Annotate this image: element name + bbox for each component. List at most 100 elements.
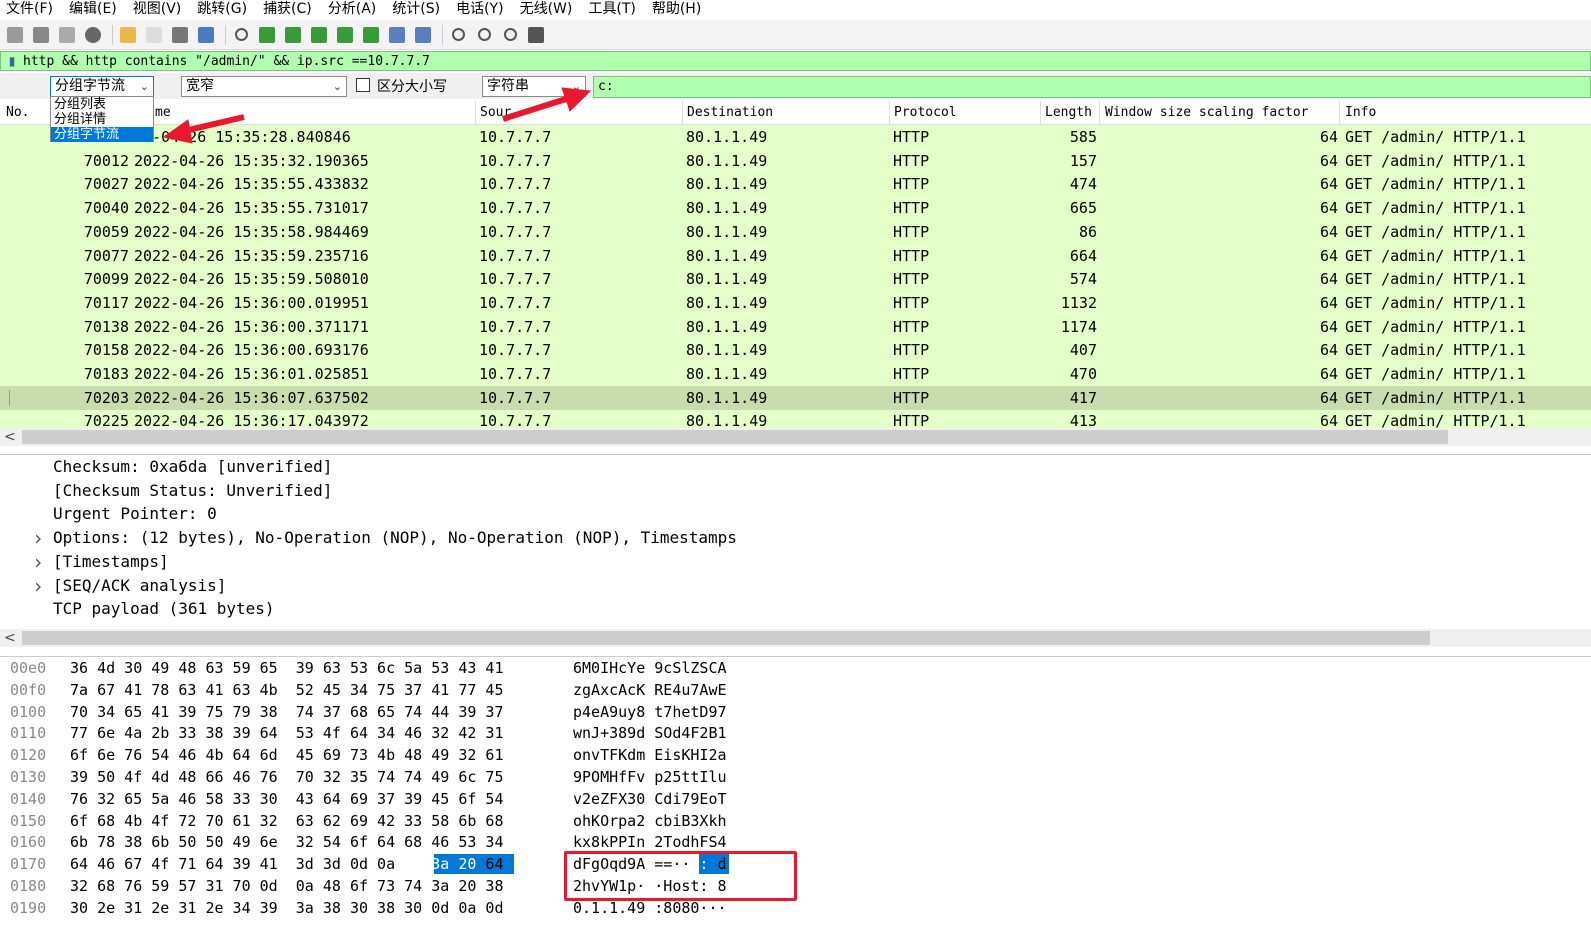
menu-item[interactable]: 视图(V) bbox=[133, 1, 182, 17]
hex-bytes[interactable]: 6f 6e 76 54 46 4b 64 6d 45 69 73 4b 48 4… bbox=[70, 744, 503, 766]
table-row[interactable]: 70158 2022-04-26 15:36:00.693176 10.7.7.7 8… bbox=[0, 338, 1591, 362]
menu-item[interactable]: 工具(T) bbox=[588, 1, 635, 17]
scroll-thumb[interactable] bbox=[22, 430, 1448, 444]
autoscroll-icon[interactable] bbox=[386, 24, 408, 46]
hex-bytes[interactable]: 76 32 65 5a 46 58 33 30 43 64 69 37 39 4… bbox=[70, 788, 503, 810]
last-packet-icon[interactable] bbox=[360, 24, 382, 46]
ascii-text[interactable]: onvTFKdm EisKHI2a bbox=[573, 744, 727, 766]
hex-bytes[interactable]: 64 46 67 4f 71 64 39 41 3d 3d 0d 0a 63 3… bbox=[70, 853, 514, 875]
column-protocol[interactable]: Protocol bbox=[894, 105, 957, 120]
hex-bytes[interactable]: 6f 68 4b 4f 72 70 61 32 63 62 69 42 33 5… bbox=[70, 810, 503, 832]
normal-size-icon[interactable] bbox=[499, 24, 521, 46]
first-packet-icon[interactable] bbox=[334, 24, 356, 46]
scroll-left-icon[interactable]: < bbox=[4, 428, 16, 446]
column-no[interactable]: No. bbox=[6, 105, 29, 120]
column-source[interactable]: Sour bbox=[480, 105, 511, 120]
hex-bytes-text: 6b 78 38 6b 50 50 49 6e 32 54 6f 64 68 4… bbox=[70, 833, 504, 852]
ascii-text[interactable]: p4eA9uy8 t7hetD97 bbox=[573, 701, 727, 723]
ascii-text[interactable]: 6M0IHcYe 9cSlZSCA bbox=[573, 657, 727, 679]
chevron-right-icon[interactable]: › bbox=[32, 526, 44, 550]
menu-item[interactable]: 分析(A) bbox=[328, 1, 377, 17]
scroll-left-icon[interactable]: < bbox=[4, 629, 16, 647]
menu-item[interactable]: 跳转(G) bbox=[197, 1, 247, 17]
hex-bytes[interactable]: 6b 78 38 6b 50 50 49 6e 32 54 6f 64 68 4… bbox=[70, 831, 503, 853]
table-row[interactable]: 70225 2022-04-26 15:36:17.043972 10.7.7.7 8… bbox=[0, 409, 1591, 428]
menu-item[interactable]: 统计(S) bbox=[392, 1, 440, 17]
table-row[interactable]: 22-04-26 15:35:28.840846 10.7.7.7 80.1.1.4… bbox=[0, 125, 1591, 149]
column-destination[interactable]: Destination bbox=[687, 105, 773, 120]
close-file-icon[interactable] bbox=[169, 24, 191, 46]
find-search-input[interactable]: c: bbox=[593, 76, 1591, 98]
menu-item[interactable]: 帮助(H) bbox=[652, 1, 701, 17]
hex-bytes[interactable]: 32 68 76 59 57 31 70 0d 0a 48 6f 73 74 3… bbox=[70, 875, 503, 897]
zoom-in-icon[interactable] bbox=[447, 24, 469, 46]
table-row[interactable]: 70183 2022-04-26 15:36:01.025851 10.7.7.7 8… bbox=[0, 362, 1591, 386]
open-folder-icon[interactable] bbox=[117, 24, 139, 46]
chevron-right-icon[interactable]: › bbox=[32, 574, 44, 598]
forward-arrow-icon[interactable] bbox=[282, 24, 304, 46]
hex-bytes[interactable]: 7a 67 41 78 63 41 63 4b 52 45 34 75 37 4… bbox=[70, 679, 503, 701]
display-filter-bar[interactable]: ▮ http && http contains "/admin/" && ip.… bbox=[0, 51, 1591, 71]
column-info[interactable]: Info bbox=[1345, 105, 1376, 120]
stop-icon[interactable] bbox=[30, 24, 52, 46]
ascii-text[interactable]: zgAxcAcK RE4u7AwE bbox=[573, 679, 727, 701]
cell-length: 157 bbox=[1069, 151, 1097, 170]
column-length[interactable]: Length bbox=[1045, 105, 1092, 120]
search-type-select[interactable]: 字符串 ⌄ bbox=[482, 76, 586, 97]
hex-bytes-text: 77 6e 4a 2b 33 38 39 64 53 4f 64 34 46 3… bbox=[70, 724, 504, 743]
column-time[interactable]: me bbox=[155, 105, 171, 120]
colorize-icon[interactable] bbox=[412, 24, 434, 46]
details-hscrollbar[interactable]: < bbox=[0, 629, 1591, 647]
annotation-red-box bbox=[564, 851, 797, 901]
menu-item[interactable]: 无线(W) bbox=[520, 1, 573, 17]
menu-item[interactable]: 电话(Y) bbox=[456, 1, 503, 17]
dropdown-option[interactable]: 分组列表 bbox=[51, 97, 153, 112]
hex-bytes[interactable]: 36 4d 30 49 48 63 59 65 39 63 53 6c 5a 5… bbox=[70, 657, 503, 679]
zoom-out-icon[interactable] bbox=[473, 24, 495, 46]
hex-bytes[interactable]: 39 50 4f 4d 48 66 46 76 70 32 35 74 74 4… bbox=[70, 766, 503, 788]
cell-time: 2022-04-26 15:35:58.984469 bbox=[134, 222, 369, 241]
menu-item[interactable]: 编辑(E) bbox=[69, 1, 117, 17]
table-row[interactable]: 70077 2022-04-26 15:35:59.235716 10.7.7.7 8… bbox=[0, 244, 1591, 268]
shark-fin-start-icon[interactable] bbox=[4, 24, 26, 46]
ascii-text[interactable]: 9POMHfFv p25ttIlu bbox=[573, 766, 727, 788]
ascii-text[interactable]: wnJ+389d SOd4F2B1 bbox=[573, 722, 727, 744]
hex-bytes[interactable]: 70 34 65 41 39 75 79 38 74 37 68 65 74 4… bbox=[70, 701, 503, 723]
table-row[interactable]: 70040 2022-04-26 15:35:55.731017 10.7.7.7 8… bbox=[0, 196, 1591, 220]
chevron-right-icon[interactable]: › bbox=[32, 550, 44, 574]
cell-no: 70099 bbox=[83, 270, 129, 289]
menu-item[interactable]: 文件(F) bbox=[6, 1, 53, 17]
ascii-text[interactable]: v2eZFX30 Cdi79EoT bbox=[573, 788, 727, 810]
char-width-select[interactable]: 宽窄 ⌄ bbox=[181, 76, 347, 97]
reload-icon[interactable] bbox=[195, 24, 217, 46]
hex-bytes[interactable]: 77 6e 4a 2b 33 38 39 64 53 4f 64 34 46 3… bbox=[70, 722, 503, 744]
bookmark-icon[interactable]: ▮ bbox=[5, 54, 19, 68]
packet-list-hscrollbar[interactable]: < bbox=[0, 428, 1591, 446]
hex-bytes[interactable]: 30 2e 31 2e 31 2e 34 39 3a 38 30 38 30 0… bbox=[70, 897, 503, 919]
hex-offset: 0110 bbox=[10, 724, 47, 743]
table-row[interactable]: 70059 2022-04-26 15:35:58.984469 10.7.7.7 8… bbox=[0, 220, 1591, 244]
column-window-size-scaling[interactable]: Window size scaling factor bbox=[1105, 105, 1309, 120]
restart-icon[interactable] bbox=[56, 24, 78, 46]
find-icon[interactable] bbox=[230, 24, 252, 46]
back-arrow-icon[interactable] bbox=[256, 24, 278, 46]
table-row[interactable]: 70027 2022-04-26 15:35:55.433832 10.7.7.7 8… bbox=[0, 172, 1591, 196]
scroll-thumb[interactable] bbox=[22, 631, 1430, 645]
table-row[interactable]: 70099 2022-04-26 15:35:59.508010 10.7.7.7 8… bbox=[0, 267, 1591, 291]
goto-packet-icon[interactable] bbox=[308, 24, 330, 46]
case-sensitive-checkbox[interactable] bbox=[356, 78, 370, 92]
dropdown-option[interactable]: 分组详情 bbox=[51, 112, 153, 127]
options-gear-icon[interactable] bbox=[82, 24, 104, 46]
resize-columns-icon[interactable] bbox=[525, 24, 547, 46]
dropdown-option[interactable]: 分组字节流 bbox=[51, 127, 153, 142]
table-row[interactable]: 70203 2022-04-26 15:36:07.637502 10.7.7.7 8… bbox=[0, 385, 1591, 410]
search-in-select[interactable]: 分组字节流 ⌄ bbox=[50, 76, 154, 97]
table-row[interactable]: 70138 2022-04-26 15:36:00.371171 10.7.7.7 8… bbox=[0, 315, 1591, 339]
menu-item[interactable]: 捕获(C) bbox=[263, 1, 312, 17]
file-icon[interactable] bbox=[143, 24, 165, 46]
cell-window-size-scaling: 64 bbox=[1319, 317, 1338, 336]
ascii-text[interactable]: ohKOrpa2 cbiB3Xkh bbox=[573, 810, 727, 832]
table-row[interactable]: 70117 2022-04-26 15:36:00.019951 10.7.7.7 8… bbox=[0, 291, 1591, 315]
table-row[interactable]: 70012 2022-04-26 15:35:32.190365 10.7.7.7 8… bbox=[0, 149, 1591, 173]
display-filter-input[interactable]: http && http contains "/admin/" && ip.sr… bbox=[23, 54, 430, 69]
